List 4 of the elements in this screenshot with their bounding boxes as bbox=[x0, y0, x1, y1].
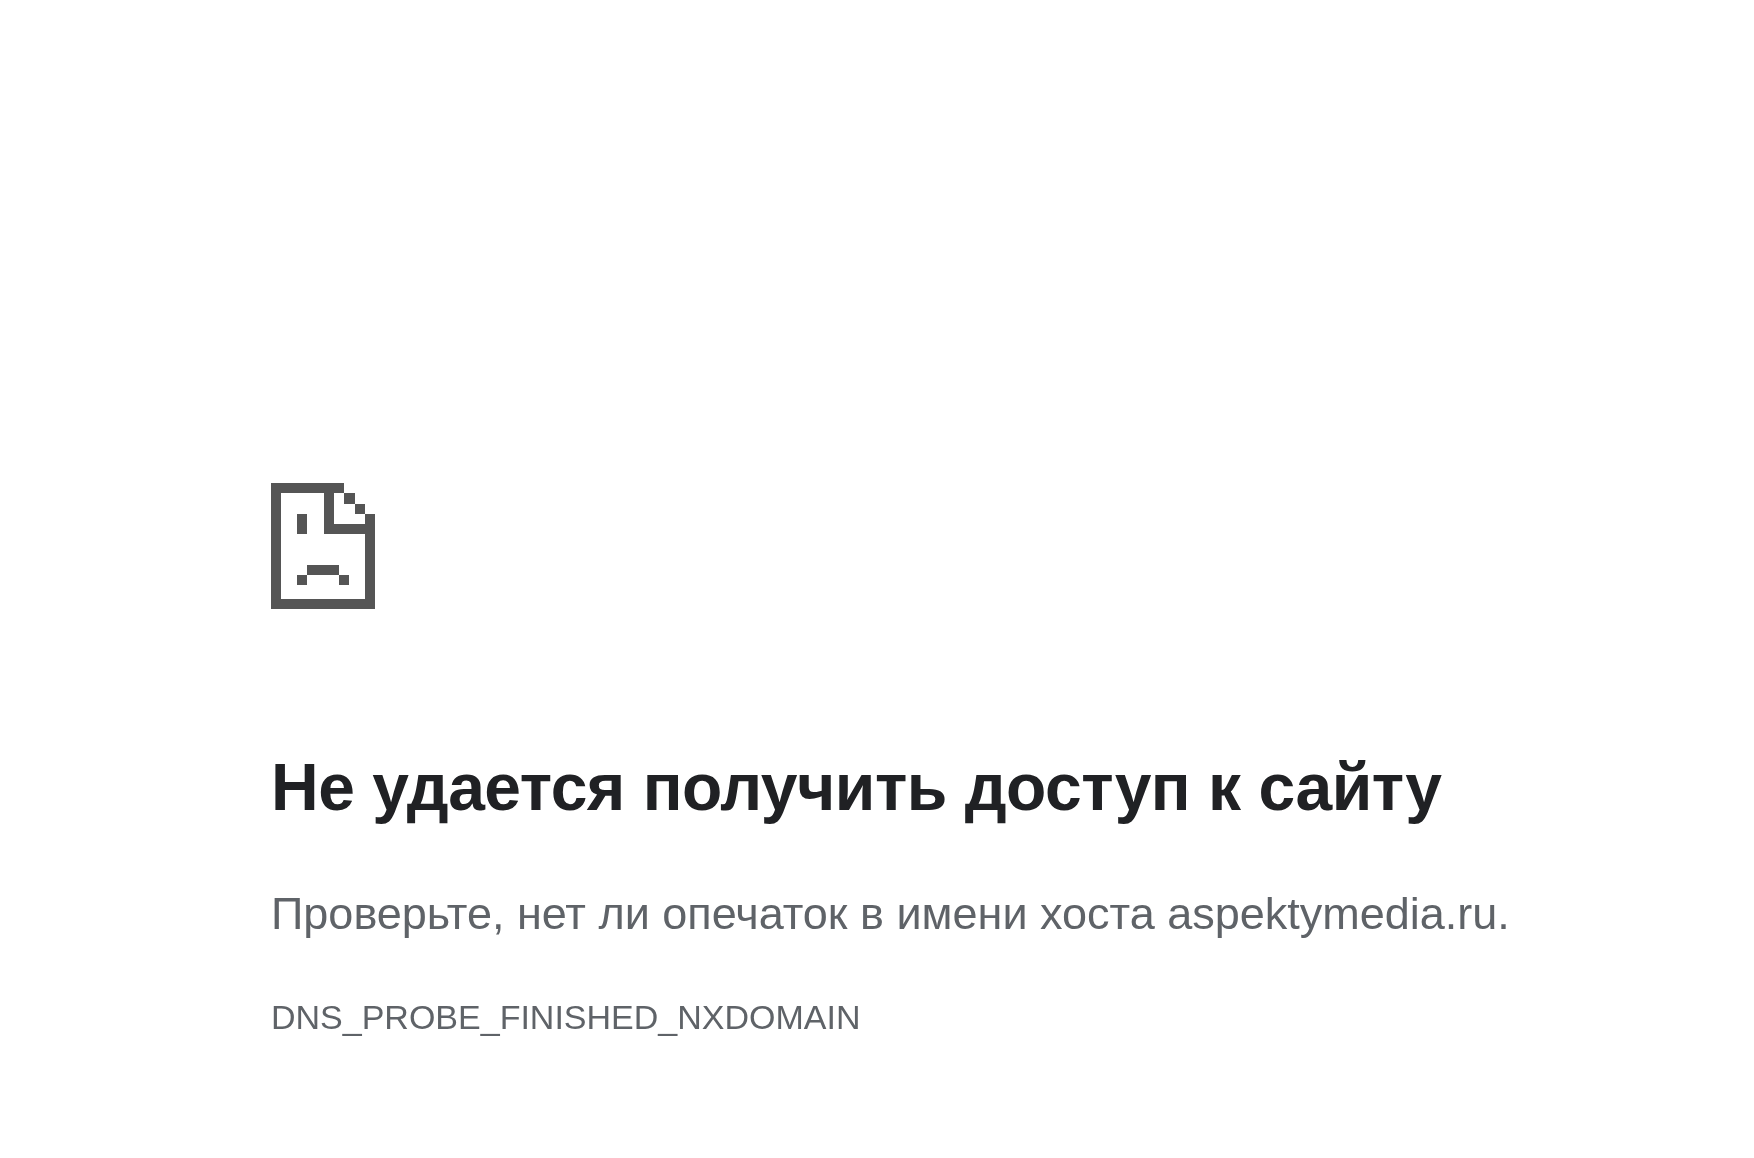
sad-document-icon bbox=[271, 483, 375, 609]
error-code: DNS_PROBE_FINISHED_NXDOMAIN bbox=[271, 997, 861, 1038]
error-message: Проверьте, нет ли опечаток в имени хоста aspektymedia.ru. bbox=[271, 887, 1510, 942]
error-heading: Не удается получить доступ к сайту bbox=[271, 749, 1442, 826]
